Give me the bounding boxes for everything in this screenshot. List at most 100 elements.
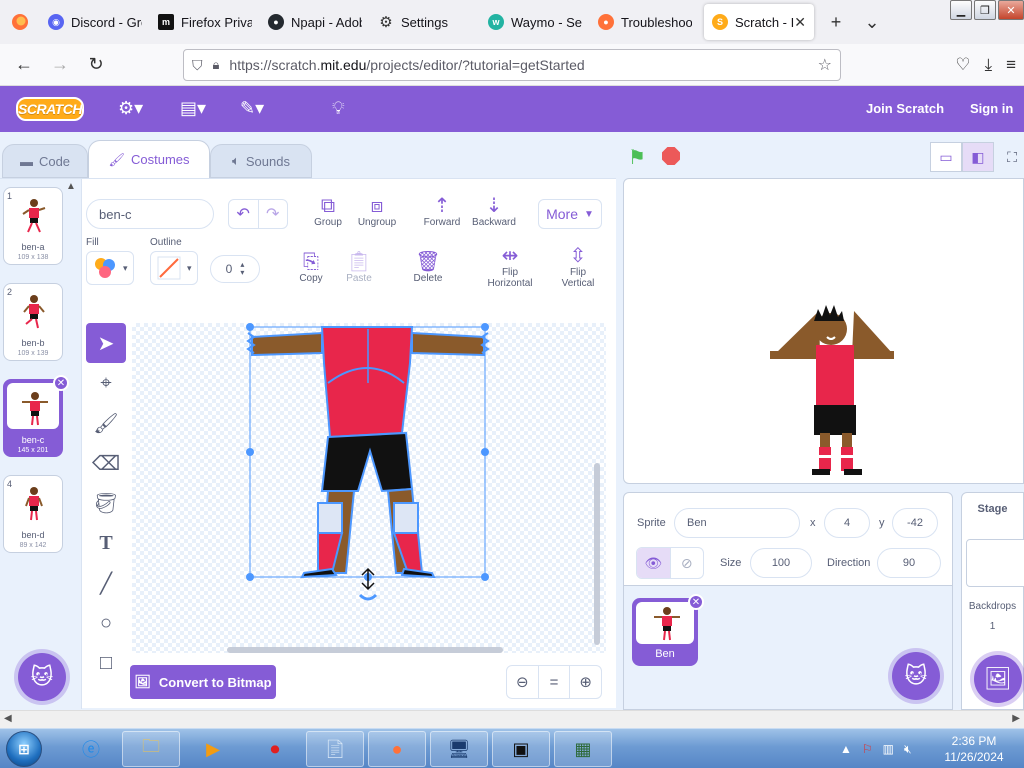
tutorials-lightbulb-icon[interactable]: 💡︎ bbox=[332, 98, 345, 119]
notepad-icon[interactable]: 📄︎ bbox=[306, 731, 364, 767]
stage-selector-pane[interactable]: Stage Backdrops 1 🖼︎ bbox=[961, 492, 1024, 710]
select-tool-icon[interactable]: ➤ bbox=[86, 323, 126, 363]
tab-github[interactable]: ● Npapi - Adob bbox=[260, 4, 370, 40]
tab-costumes[interactable]: 🖌︎ Costumes bbox=[88, 140, 210, 178]
costume-item[interactable]: 1 ben-a 109 x 138 bbox=[3, 187, 63, 265]
copy-button[interactable]: ⎘ Copy bbox=[294, 251, 328, 284]
tab-troubleshoot[interactable]: ● Troubleshoo bbox=[590, 4, 700, 40]
shield-icon[interactable]: ⛉ bbox=[192, 57, 203, 74]
costume-item-selected[interactable]: 3 ben-c 145 x 201 ✕ bbox=[3, 375, 69, 457]
green-flag-icon[interactable]: ⚑ bbox=[628, 145, 646, 170]
edit-menu-icon[interactable]: ✎▾ bbox=[240, 98, 264, 119]
scroll-left-icon[interactable]: ◀ bbox=[4, 713, 12, 724]
stop-icon[interactable] bbox=[662, 147, 680, 165]
small-stage-icon[interactable]: ▭ bbox=[930, 142, 962, 172]
url-bar[interactable]: ⛉ 🔒︎ https://scratch.mit.edu/projects/ed… bbox=[183, 49, 841, 81]
paint-canvas[interactable] bbox=[132, 323, 606, 653]
flip-vertical-button[interactable]: ⇳ Flip Vertical bbox=[554, 245, 602, 289]
zoom-in-icon[interactable]: ⊕ bbox=[569, 666, 601, 698]
outline-width-input[interactable]: 0 ▴ ▾ bbox=[210, 255, 260, 283]
scroll-right-icon[interactable]: ▶ bbox=[1012, 713, 1020, 724]
flag-alert-icon[interactable]: ⚐ bbox=[862, 742, 873, 756]
join-scratch-link[interactable]: Join Scratch bbox=[866, 101, 944, 116]
restore-icon[interactable]: ❐ bbox=[974, 0, 996, 20]
scratch-logo[interactable]: SCRATCH bbox=[16, 97, 84, 121]
y-input[interactable]: -42 bbox=[892, 508, 938, 538]
backward-button[interactable]: ⇣ Backward bbox=[470, 195, 518, 228]
outline-color-picker[interactable]: ▾ bbox=[150, 251, 198, 285]
command-prompt-icon[interactable]: ▣ bbox=[492, 731, 550, 767]
choose-sprite-button[interactable]: 🐱︎ bbox=[892, 652, 940, 700]
internet-explorer-icon[interactable]: ⓔ bbox=[62, 731, 120, 767]
tab-discord[interactable]: ◉ Discord - Gro bbox=[40, 4, 150, 40]
canvas-horizontal-scrollbar[interactable] bbox=[227, 647, 503, 653]
brush-tool-icon[interactable]: 🖌︎ bbox=[86, 403, 126, 443]
show-eye-icon[interactable]: 👁︎ bbox=[637, 548, 670, 578]
tab-code[interactable]: ▬ Code bbox=[2, 144, 88, 178]
delete-costume-icon[interactable]: ✕ bbox=[53, 375, 69, 391]
stage-thumbnail[interactable] bbox=[966, 539, 1024, 587]
paste-button[interactable]: 📋︎ Paste bbox=[342, 251, 376, 284]
sprite-tile-ben[interactable]: Ben ✕ bbox=[632, 594, 704, 666]
taskbar-clock[interactable]: 2:36 PM 11/26/2024 bbox=[938, 733, 1010, 765]
eraser-tool-icon[interactable]: ⌫ bbox=[86, 443, 126, 483]
minimize-icon[interactable]: ▁ bbox=[950, 0, 972, 20]
x-input[interactable]: 4 bbox=[824, 508, 870, 538]
stage-canvas[interactable] bbox=[623, 178, 1024, 484]
rectangle-tool-icon[interactable]: □ bbox=[86, 643, 126, 683]
flip-horizontal-button[interactable]: ⇹ Flip Horizontal bbox=[482, 245, 538, 289]
zoom-out-icon[interactable]: ⊖ bbox=[507, 666, 538, 698]
volume-muted-icon[interactable]: 🔇︎ bbox=[904, 742, 912, 757]
fill-color-picker[interactable]: ▾ bbox=[86, 251, 134, 285]
normal-stage-icon[interactable]: ◧ bbox=[962, 142, 994, 172]
circle-tool-icon[interactable]: ○ bbox=[86, 603, 126, 643]
tab-waymo[interactable]: w Waymo - Self bbox=[480, 4, 590, 40]
pocket-icon[interactable]: ♡ bbox=[955, 55, 970, 75]
settings-menu-icon[interactable]: ⚙▾ bbox=[118, 98, 143, 119]
remote-desktop-icon[interactable]: 🖥︎ bbox=[430, 731, 488, 767]
fullscreen-icon[interactable]: ⛶ bbox=[996, 142, 1024, 172]
redo-icon[interactable]: ↷ bbox=[257, 200, 288, 228]
stepper-arrows-icon[interactable]: ▴ ▾ bbox=[240, 261, 244, 277]
window-close-icon[interactable]: ✕ bbox=[998, 0, 1024, 20]
choose-costume-button[interactable]: 🐱︎ bbox=[18, 653, 66, 701]
size-input[interactable]: 100 bbox=[750, 548, 812, 578]
tab-scratch[interactable]: S Scratch - I ✕ bbox=[704, 4, 814, 40]
stage-sprite-ben[interactable] bbox=[624, 179, 1024, 484]
start-button[interactable]: ⊞ bbox=[6, 731, 42, 767]
sign-in-link[interactable]: Sign in bbox=[970, 101, 1013, 116]
new-tab-button[interactable]: + bbox=[818, 4, 854, 40]
hamburger-menu-icon[interactable]: ≡ bbox=[1006, 55, 1016, 75]
lock-icon[interactable]: 🔒︎ bbox=[213, 57, 220, 73]
firefox-taskbar-icon[interactable]: ● bbox=[368, 731, 426, 767]
media-player-icon[interactable]: ▶ bbox=[184, 731, 242, 767]
close-tab-icon[interactable]: ✕ bbox=[794, 14, 806, 31]
reload-icon[interactable]: ↻ bbox=[78, 47, 114, 83]
costume-item[interactable]: 4 ben-d 89 x 142 bbox=[3, 475, 63, 553]
undo-icon[interactable]: ↶ bbox=[229, 200, 258, 228]
file-explorer-icon[interactable]: 🗀︎ bbox=[122, 731, 180, 767]
group-button[interactable]: ⧉ Group bbox=[310, 195, 346, 228]
tab-list-button[interactable]: ⌄ bbox=[854, 4, 890, 40]
canvas-vertical-scrollbar[interactable] bbox=[594, 463, 600, 645]
file-menu-icon[interactable]: ▤▾ bbox=[180, 98, 206, 119]
reshape-tool-icon[interactable]: ⌖ bbox=[86, 363, 126, 403]
text-tool-icon[interactable]: T bbox=[86, 523, 126, 563]
costume-name-input[interactable]: ben-c bbox=[86, 199, 214, 229]
firefox-view-icon[interactable] bbox=[0, 0, 40, 44]
page-horizontal-scrollbar[interactable]: ◀ ▶ bbox=[0, 710, 1024, 728]
tab-firefox-privacy[interactable]: m Firefox Privac bbox=[150, 4, 260, 40]
choose-backdrop-button[interactable]: 🖼︎ bbox=[974, 655, 1022, 703]
line-tool-icon[interactable]: ╱ bbox=[86, 563, 126, 603]
tray-expand-icon[interactable]: ▲ bbox=[840, 742, 852, 756]
costume-item[interactable]: 2 ben-b 109 x 139 bbox=[3, 283, 63, 361]
downloads-icon[interactable]: ⤓ bbox=[985, 55, 993, 75]
tab-settings[interactable]: ⚙ Settings bbox=[370, 4, 480, 40]
tab-sounds[interactable]: 🔈︎ Sounds bbox=[210, 144, 312, 178]
fill-tool-icon[interactable]: 🪣︎ bbox=[86, 483, 126, 523]
bookmark-star-icon[interactable]: ☆ bbox=[818, 55, 832, 75]
convert-to-bitmap-button[interactable]: 🖼︎ Convert to Bitmap bbox=[130, 665, 276, 699]
scroll-up-icon[interactable]: ▲ bbox=[66, 181, 76, 192]
more-button[interactable]: More ▼ bbox=[538, 199, 602, 229]
forward-button[interactable]: ⇡ Forward bbox=[420, 195, 464, 228]
